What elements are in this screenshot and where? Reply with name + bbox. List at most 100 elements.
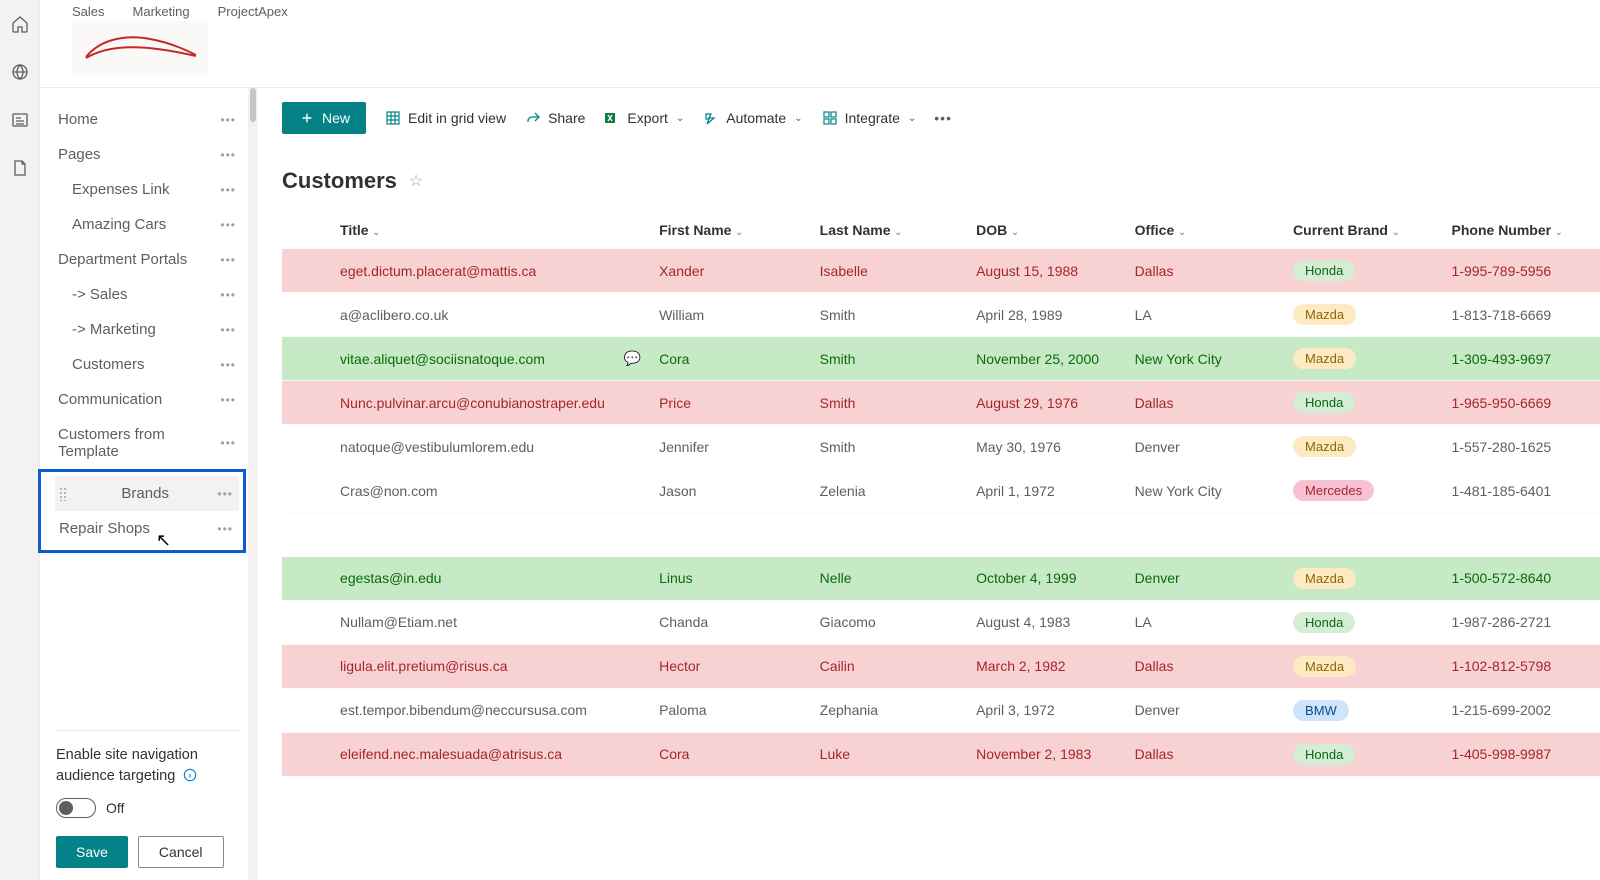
- cell-first-name: Chanda: [651, 600, 812, 644]
- favorite-star-icon[interactable]: ☆: [409, 171, 423, 191]
- cell-phone: 1-481-185-6401: [1444, 469, 1600, 513]
- table-row[interactable]: vitae.aliquet@sociisnatoque.com💬CoraSmit…: [282, 337, 1600, 381]
- nav-item[interactable]: -> Sales •••: [56, 277, 242, 312]
- integrate-button[interactable]: Integrate⌄: [821, 109, 917, 127]
- more-actions[interactable]: •••: [934, 110, 952, 126]
- edit-grid-button[interactable]: Edit in grid view: [384, 109, 506, 127]
- col-dob[interactable]: DOB⌄: [968, 212, 1126, 249]
- nav-item[interactable]: Amazing Cars •••: [56, 207, 242, 242]
- page-icon[interactable]: [10, 158, 30, 178]
- ellipsis-icon[interactable]: •••: [217, 522, 233, 536]
- table-row[interactable]: eget.dictum.placerat@mattis.caXanderIsab…: [282, 249, 1600, 293]
- top-bar: Sales Marketing ProjectApex: [40, 0, 1600, 88]
- integrate-icon: [821, 109, 839, 127]
- col-phone[interactable]: Phone Number⌄: [1444, 212, 1600, 249]
- nav-item[interactable]: Expenses Link•••: [56, 172, 242, 207]
- col-title[interactable]: Title⌄: [332, 212, 616, 249]
- cell-last-name: Smith: [812, 381, 968, 425]
- ellipsis-icon[interactable]: •••: [220, 113, 236, 127]
- cell-dob: May 30, 1976: [968, 425, 1126, 469]
- share-button[interactable]: Share: [524, 109, 585, 127]
- tab-sales[interactable]: Sales: [72, 4, 105, 19]
- cancel-button[interactable]: Cancel: [138, 836, 224, 868]
- nav-item[interactable]: Customers from Template•••: [56, 417, 242, 469]
- cell-dob: October 4, 1999: [968, 557, 1126, 601]
- nav-item-label: Amazing Cars: [72, 216, 166, 233]
- cell-office: Dallas: [1127, 644, 1285, 688]
- ellipsis-icon[interactable]: •••: [217, 487, 233, 501]
- table-row[interactable]: ligula.elit.pretium@risus.caHectorCailin…: [282, 644, 1600, 688]
- automate-button[interactable]: Automate⌄: [702, 109, 802, 127]
- table-row[interactable]: est.tempor.bibendum@neccursusa.comPaloma…: [282, 688, 1600, 732]
- news-icon[interactable]: [10, 110, 30, 130]
- cell-title: natoque@vestibulumlorem.edu: [332, 425, 616, 469]
- nav-item[interactable]: -> Marketing•••: [56, 312, 242, 347]
- table-row[interactable]: Nunc.pulvinar.arcu@conubianostraper.eduP…: [282, 381, 1600, 425]
- cell-title: eget.dictum.placerat@mattis.ca: [332, 249, 616, 293]
- nav-footer: Enable site navigation audience targetin…: [56, 730, 242, 868]
- brand-pill: Honda: [1293, 260, 1355, 281]
- cell-last-name: Smith: [812, 337, 968, 381]
- automate-icon: [702, 109, 720, 127]
- ellipsis-icon[interactable]: •••: [220, 148, 236, 162]
- cell-first-name: Cora: [651, 337, 812, 381]
- grid-icon: [384, 109, 402, 127]
- cell-dob: August 4, 1983: [968, 600, 1126, 644]
- tab-projectapex[interactable]: ProjectApex: [218, 4, 288, 19]
- ellipsis-icon[interactable]: •••: [220, 393, 236, 407]
- tab-marketing[interactable]: Marketing: [133, 4, 190, 19]
- export-button[interactable]: Export⌄: [603, 109, 684, 127]
- home-icon[interactable]: [10, 14, 30, 34]
- nav-item[interactable]: Home•••: [56, 102, 242, 137]
- new-button[interactable]: New: [282, 102, 366, 134]
- cell-office: Dallas: [1127, 249, 1285, 293]
- table-row[interactable]: Cras@non.comJasonZeleniaApril 1, 1972New…: [282, 469, 1600, 513]
- nav-item[interactable]: Customers•••: [56, 347, 242, 382]
- site-logo[interactable]: [72, 21, 208, 75]
- cell-last-name: Zephania: [812, 688, 968, 732]
- col-first-name[interactable]: First Name⌄: [651, 212, 812, 249]
- ellipsis-icon[interactable]: •••: [220, 183, 236, 197]
- nav-item[interactable]: Department Portals•••: [56, 242, 242, 277]
- table-row[interactable]: a@aclibero.co.ukWilliamSmithApril 28, 19…: [282, 293, 1600, 337]
- table-row[interactable]: eleifend.nec.malesuada@atrisus.caCoraLuk…: [282, 732, 1600, 776]
- cell-office: Dallas: [1127, 381, 1285, 425]
- comment-icon[interactable]: 💬: [624, 350, 641, 366]
- drag-handle-icon[interactable]: [59, 487, 67, 501]
- cell-dob: November 25, 2000: [968, 337, 1126, 381]
- table-row[interactable]: egestas@in.eduLinusNelleOctober 4, 1999D…: [282, 557, 1600, 601]
- app-rail: [0, 0, 40, 880]
- nav-item[interactable]: Communication•••: [56, 382, 242, 417]
- brand-pill: Honda: [1293, 744, 1355, 765]
- ellipsis-icon[interactable]: •••: [220, 358, 236, 372]
- cell-last-name: Nelle: [812, 557, 968, 601]
- ellipsis-icon[interactable]: •••: [220, 288, 236, 302]
- ellipsis-icon[interactable]: •••: [220, 323, 236, 337]
- ellipsis-icon[interactable]: •••: [220, 253, 236, 267]
- cell-office: Denver: [1127, 688, 1285, 732]
- audience-targeting-label: Enable site navigation audience targetin…: [56, 747, 198, 783]
- col-current-brand[interactable]: Current Brand⌄: [1285, 212, 1443, 249]
- nav-item-label: -> Sales: [72, 286, 127, 303]
- cell-office: Denver: [1127, 557, 1285, 601]
- audience-targeting-toggle[interactable]: [56, 798, 96, 818]
- info-icon[interactable]: [183, 768, 197, 785]
- table-row[interactable]: Nullam@Etiam.netChandaGiacomoAugust 4, 1…: [282, 600, 1600, 644]
- cell-last-name: Giacomo: [812, 600, 968, 644]
- cell-title: egestas@in.edu: [332, 557, 616, 601]
- ellipsis-icon[interactable]: •••: [220, 218, 236, 232]
- col-last-name[interactable]: Last Name⌄: [812, 212, 968, 249]
- nav-item[interactable]: Repair Shops•••: [55, 511, 239, 546]
- globe-icon[interactable]: [10, 62, 30, 82]
- nav-item[interactable]: Pages•••: [56, 137, 242, 172]
- cell-brand: Honda: [1285, 249, 1443, 293]
- save-button[interactable]: Save: [56, 836, 128, 868]
- cell-brand: BMW: [1285, 688, 1443, 732]
- nav-item[interactable]: Brands•••: [55, 476, 239, 511]
- col-office[interactable]: Office⌄: [1127, 212, 1285, 249]
- ellipsis-icon[interactable]: •••: [220, 436, 236, 450]
- table-row[interactable]: natoque@vestibulumlorem.eduJenniferSmith…: [282, 425, 1600, 469]
- brand-pill: BMW: [1293, 700, 1349, 721]
- nav-scrollbar[interactable]: [248, 88, 258, 880]
- cell-brand: Mazda: [1285, 425, 1443, 469]
